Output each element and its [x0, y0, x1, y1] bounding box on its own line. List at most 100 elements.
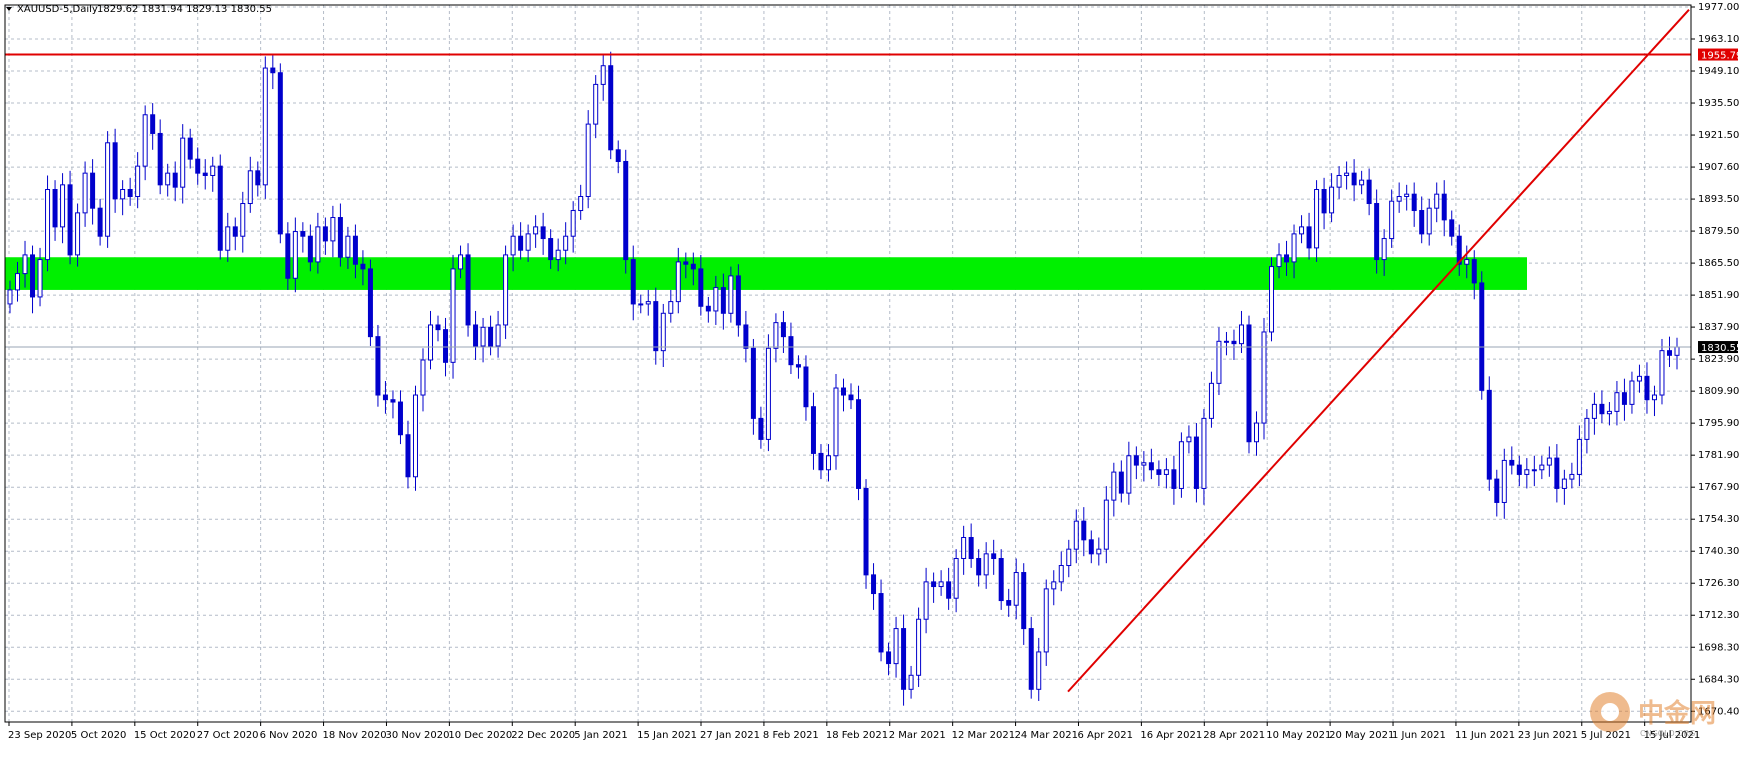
candle-body-up: [1276, 254, 1282, 268]
candle-body-up: [1096, 548, 1102, 555]
y-tick-label: 1963.10: [1698, 34, 1739, 45]
candle-body-up: [412, 394, 418, 478]
candle-body-up: [330, 217, 336, 242]
candle: [765, 334, 771, 452]
candle-body-up: [893, 628, 899, 665]
candle-body-down: [488, 326, 494, 347]
candle-body-down: [1081, 520, 1087, 541]
candle: [833, 374, 839, 470]
candle-body-up: [1569, 473, 1575, 480]
candle-body-down: [720, 287, 726, 314]
candle-body-down: [1621, 392, 1627, 405]
candle-body-down: [405, 434, 411, 478]
current-price-tag: 1830.55: [1698, 341, 1741, 354]
candle-body-down: [382, 394, 388, 401]
y-tick-label: 1935.50: [1698, 98, 1739, 109]
candle-body-up: [1066, 548, 1072, 567]
candle-body-up: [585, 123, 591, 198]
y-tick-label: 1851.90: [1698, 290, 1739, 301]
chart-svg[interactable]: 1977.00 1963.10 1949.10 1935.50 1921.50 1907.…: [0, 0, 1741, 762]
candle: [412, 385, 418, 491]
candle: [1246, 315, 1252, 454]
candle-body-down: [1599, 403, 1605, 415]
candle-body-down: [322, 226, 328, 242]
candle-body-down: [1321, 189, 1327, 214]
candle-body-up: [1629, 380, 1635, 405]
candle-body-down: [1148, 462, 1154, 471]
candle-body-up: [1178, 441, 1184, 489]
candle-body-up: [180, 137, 186, 188]
candle-body-down: [630, 259, 636, 305]
candle-body-down: [112, 142, 118, 200]
candle: [67, 170, 73, 265]
x-tick-label: 27 Oct 2020: [197, 730, 259, 741]
candle-body-up: [525, 233, 531, 251]
candle-body-down: [818, 452, 824, 471]
candle-body-up: [1344, 172, 1350, 176]
candle-body-up: [1253, 422, 1259, 443]
candle-body-up: [1329, 186, 1335, 214]
candle: [105, 131, 111, 248]
candle-body-up: [923, 581, 929, 620]
watermark-sub: CNGOLD.ORG: [1640, 729, 1695, 738]
candle-body-up: [1389, 200, 1395, 240]
candle-body-down: [991, 553, 997, 560]
candle-body-down: [1171, 469, 1177, 489]
candle-body-down: [367, 268, 373, 338]
y-tick-label: 1949.10: [1698, 66, 1739, 77]
candle-body-up: [75, 212, 81, 256]
candle-body-up: [1223, 340, 1229, 343]
y-tick-label: 1795.90: [1698, 418, 1739, 429]
candle-body-up: [1126, 455, 1132, 494]
candle-body-up: [1659, 350, 1665, 396]
x-tick-label: 5 Oct 2020: [71, 730, 126, 741]
candle-body-up: [1336, 174, 1342, 188]
x-tick-label: 30 Nov 2020: [385, 730, 449, 741]
x-tick-label: 11 Jun 2021: [1455, 730, 1515, 741]
candle-body-down: [1193, 436, 1199, 489]
y-tick-label: 1754.30: [1698, 514, 1739, 525]
candle-body-up: [1591, 403, 1597, 419]
candle: [465, 243, 471, 337]
candle: [262, 56, 268, 199]
candle-body-down: [465, 254, 471, 326]
candle-body-up: [1539, 464, 1545, 471]
candle-body-down: [52, 189, 58, 228]
candle-body-up: [578, 196, 584, 212]
candle-body-up: [240, 203, 246, 237]
x-tick-label: 23 Jun 2021: [1518, 730, 1578, 741]
candle-body-down: [172, 172, 178, 188]
candle-body-down: [886, 651, 892, 665]
candle-body-up: [570, 210, 576, 237]
candle-body-up: [1426, 207, 1432, 235]
y-tick-label: 1712.30: [1698, 610, 1739, 621]
candle-body-down: [841, 387, 846, 396]
candle-body-down: [871, 574, 877, 595]
candle-body-up: [1201, 417, 1207, 489]
candle-body-up: [1036, 651, 1042, 690]
candle-body-down: [608, 65, 614, 151]
candle-body-up: [961, 536, 967, 560]
candle-body-down: [848, 394, 854, 401]
candle-body-up: [825, 455, 831, 471]
candle-body-up: [315, 226, 321, 263]
candle-body-up: [142, 114, 148, 167]
candle-body-down: [968, 536, 974, 560]
candle-body-down: [1419, 210, 1425, 235]
candle-body-up: [555, 249, 561, 261]
x-tick-label: 5 Jan 2021: [574, 730, 628, 741]
candle-body-up: [165, 172, 171, 186]
candle: [375, 324, 381, 407]
candle-body-up: [1051, 581, 1057, 590]
candle-body-down: [976, 558, 982, 576]
candle-body-down: [1471, 259, 1477, 284]
candle-body-down: [615, 149, 621, 162]
support-zone-rect: [5, 257, 1527, 290]
price-chart[interactable]: 1977.00 1963.10 1949.10 1935.50 1921.50 1907.…: [0, 0, 1741, 762]
candle-body-down: [277, 72, 283, 235]
x-tick-label: 24 Mar 2021: [1015, 730, 1078, 741]
candle-body-down: [795, 364, 801, 368]
candle-body-down: [548, 238, 554, 261]
support-zone: [5, 257, 1527, 290]
x-tick-label: 18 Nov 2020: [323, 730, 387, 741]
